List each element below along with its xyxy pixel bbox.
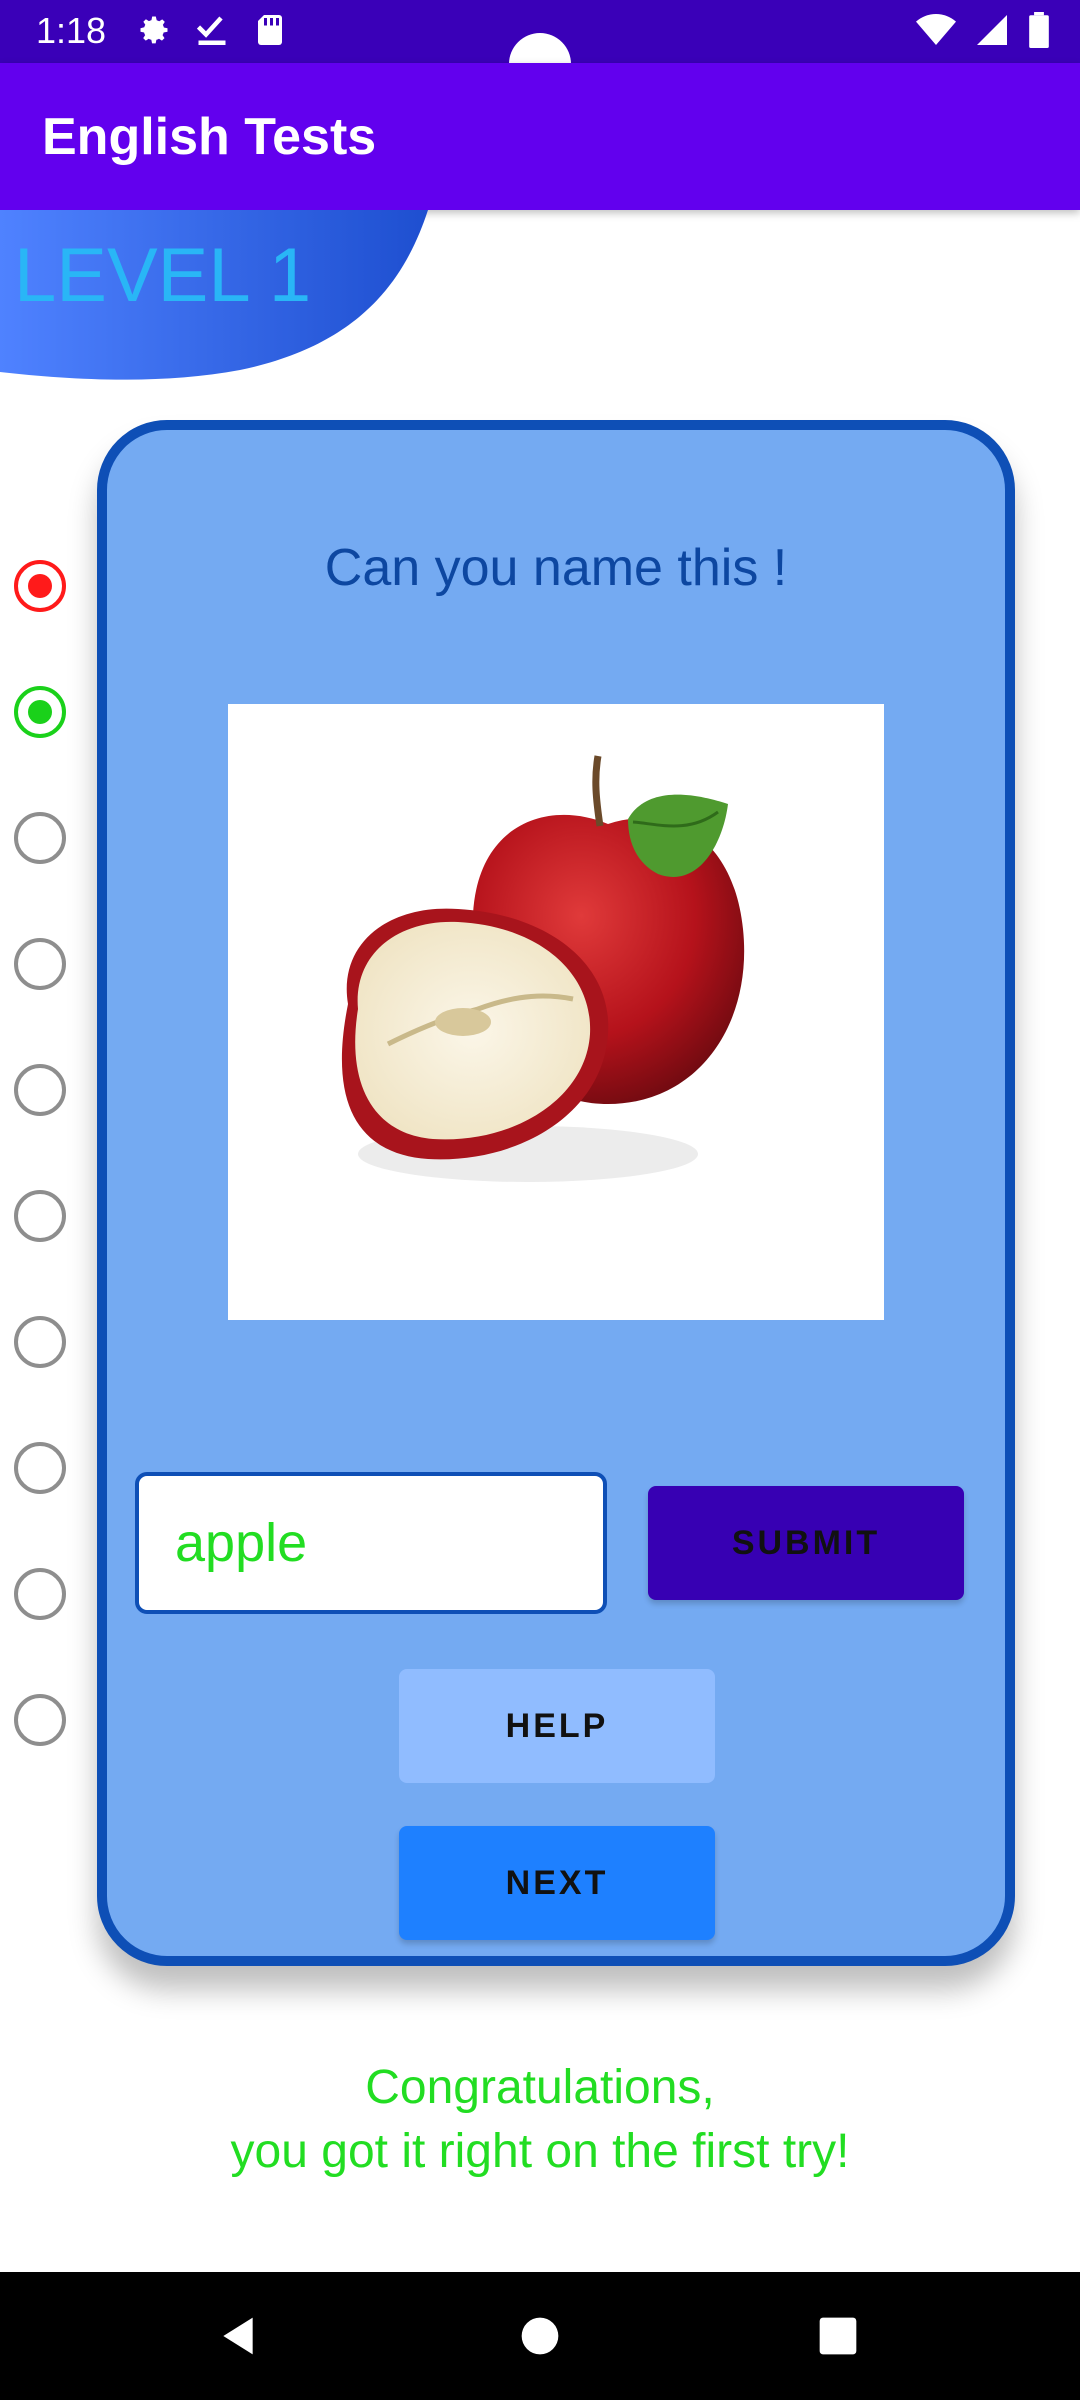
apple-image xyxy=(228,704,884,1320)
back-icon[interactable] xyxy=(216,2314,260,2358)
feedback-line-2: you got it right on the first try! xyxy=(230,2125,850,2178)
next-button[interactable]: NEXT xyxy=(399,1826,715,1940)
question-card: Can you name this ! apple SUBMIT HELP NE… xyxy=(97,420,1015,1966)
progress-dot-5 xyxy=(14,1064,66,1116)
progress-dot-6 xyxy=(14,1190,66,1242)
wifi-icon xyxy=(916,14,956,45)
status-bar: 1:18 xyxy=(0,0,1080,95)
progress-dot-10 xyxy=(14,1694,66,1746)
app-bar: English Tests xyxy=(0,63,1080,210)
system-nav-bar xyxy=(0,2272,1080,2400)
cell-signal-icon xyxy=(977,15,1007,45)
level-label: LEVEL 1 xyxy=(14,233,312,318)
feedback-line-1: Congratulations, xyxy=(365,2061,715,2114)
sd-card-icon xyxy=(258,15,282,45)
answer-input[interactable] xyxy=(135,1472,607,1614)
progress-dot-9 xyxy=(14,1568,66,1620)
feedback-message: Congratulations, you got it right on the… xyxy=(0,2056,1080,2184)
progress-dot-3 xyxy=(14,812,66,864)
check-download-icon xyxy=(196,16,226,45)
home-icon[interactable] xyxy=(520,2316,560,2356)
progress-dot-8 xyxy=(14,1442,66,1494)
gear-icon xyxy=(140,16,168,44)
battery-icon xyxy=(1029,12,1049,48)
progress-dot-2 xyxy=(14,686,66,738)
submit-button[interactable]: SUBMIT xyxy=(648,1486,964,1600)
progress-dot-7 xyxy=(14,1316,66,1368)
status-time: 1:18 xyxy=(36,10,107,51)
help-button[interactable]: HELP xyxy=(399,1669,715,1783)
app-title: English Tests xyxy=(42,108,377,166)
question-text: Can you name this ! xyxy=(324,539,788,597)
progress-dot-4 xyxy=(14,938,66,990)
progress-dot-1 xyxy=(14,560,66,612)
recents-icon[interactable] xyxy=(818,2316,858,2356)
